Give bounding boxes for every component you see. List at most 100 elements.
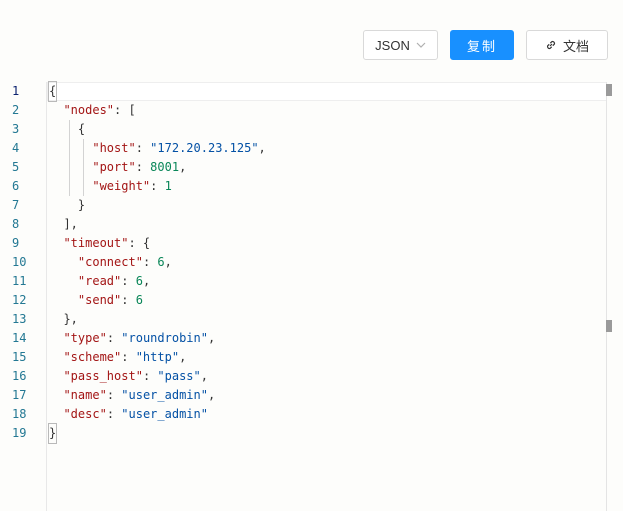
json-punctuation: , xyxy=(207,331,216,345)
json-string: "roundrobin" xyxy=(121,331,208,345)
code-line: ], xyxy=(47,215,607,234)
line-number-gutter: 1 2 3 4 5 6 7 8 9 10 11 12 13 14 15 16 17 18 19 xyxy=(0,82,46,511)
json-punctuation: : xyxy=(106,331,122,345)
json-key: "timeout" xyxy=(63,236,129,250)
json-string: "172.20.23.125" xyxy=(150,141,259,155)
line-number: 17 xyxy=(12,388,27,402)
json-punctuation: : xyxy=(121,350,136,364)
json-number: 8001 xyxy=(150,160,180,174)
json-punctuation xyxy=(49,369,63,383)
json-punctuation: , xyxy=(200,369,208,383)
line-number: 12 xyxy=(12,293,27,307)
json-punctuation xyxy=(49,179,92,193)
line-number: 11 xyxy=(12,274,27,288)
json-punctuation xyxy=(49,388,63,402)
json-punctuation xyxy=(49,331,63,345)
code-line: "pass_host": "pass", xyxy=(47,367,607,386)
editor-toolbar: JSON 复制 文档 xyxy=(0,30,623,62)
json-key: "send" xyxy=(77,293,122,307)
json-key: "connect" xyxy=(77,255,143,269)
json-punctuation xyxy=(49,103,63,117)
line-number: 15 xyxy=(12,350,27,364)
line-number: 16 xyxy=(12,369,27,383)
code-line: { xyxy=(47,120,607,139)
json-punctuation xyxy=(49,255,78,269)
json-punctuation: : xyxy=(106,407,122,421)
language-select-label: JSON xyxy=(375,37,410,53)
code-line: "read": 6, xyxy=(47,272,607,291)
json-punctuation: : xyxy=(121,274,136,288)
line-number: 5 xyxy=(12,160,20,174)
code-area[interactable]: { "nodes": [ { "host": "172.20.23.125", … xyxy=(46,81,607,511)
link-icon xyxy=(545,39,557,51)
copy-button[interactable]: 复制 xyxy=(450,30,514,60)
code-line: "host": "172.20.23.125", xyxy=(47,139,607,158)
json-punctuation: : xyxy=(106,388,122,402)
code-line: "desc": "user_admin" xyxy=(47,405,607,424)
json-punctuation: , xyxy=(142,274,151,288)
json-punctuation: , xyxy=(179,350,187,364)
json-punctuation: ], xyxy=(49,217,78,231)
json-punctuation: : xyxy=(142,255,158,269)
line-number: 3 xyxy=(12,122,20,136)
code-line: "type": "roundrobin", xyxy=(47,329,607,348)
json-punctuation xyxy=(49,407,63,421)
json-key: "pass_host" xyxy=(63,369,143,383)
line-number: 8 xyxy=(12,217,20,231)
json-punctuation xyxy=(49,160,92,174)
json-punctuation: } xyxy=(47,423,58,444)
line-number: 14 xyxy=(12,331,27,345)
json-punctuation: , xyxy=(258,141,266,155)
json-punctuation: : { xyxy=(128,236,151,250)
json-punctuation: : xyxy=(150,179,165,193)
json-punctuation: : xyxy=(135,160,151,174)
json-punctuation: }, xyxy=(49,312,78,326)
code-line: "timeout": { xyxy=(47,234,607,253)
scrollbar-marker xyxy=(606,320,612,332)
line-number: 4 xyxy=(12,141,20,155)
line-number: 9 xyxy=(12,236,20,250)
json-punctuation: } xyxy=(49,198,86,212)
json-string: "pass" xyxy=(157,369,201,383)
json-key: "scheme" xyxy=(63,350,122,364)
json-number: 6 xyxy=(135,293,143,307)
json-string: "user_admin" xyxy=(121,388,208,402)
json-punctuation xyxy=(49,236,63,250)
code-line: { xyxy=(47,81,607,102)
line-number: 2 xyxy=(12,103,20,117)
code-line: "name": "user_admin", xyxy=(47,386,607,405)
code-line: }, xyxy=(47,310,607,329)
json-punctuation: { xyxy=(49,122,86,136)
json-punctuation xyxy=(49,141,92,155)
json-key: "host" xyxy=(92,141,136,155)
docs-button[interactable]: 文档 xyxy=(526,30,608,60)
json-number: 6 xyxy=(135,274,143,288)
json-punctuation: , xyxy=(164,255,172,269)
line-number: 18 xyxy=(12,407,27,421)
json-code-editor[interactable]: 1 2 3 4 5 6 7 8 9 10 11 12 13 14 15 16 17 18 19 { "nodes":… xyxy=(0,81,623,511)
json-punctuation: , xyxy=(207,388,216,402)
json-key: "read" xyxy=(77,274,122,288)
chevron-down-icon xyxy=(416,40,426,51)
json-number: 6 xyxy=(157,255,165,269)
json-punctuation xyxy=(49,350,63,364)
json-key: "desc" xyxy=(63,407,107,421)
json-punctuation: { xyxy=(47,81,58,102)
copy-button-label: 复制 xyxy=(466,38,497,54)
json-key: "weight" xyxy=(92,179,151,193)
line-number: 1 xyxy=(12,84,20,98)
json-key: "type" xyxy=(63,331,107,345)
scrollbar-marker xyxy=(606,84,612,96)
json-punctuation: , xyxy=(179,160,187,174)
json-punctuation: : xyxy=(135,141,151,155)
json-punctuation xyxy=(49,293,78,307)
json-key: "nodes" xyxy=(63,103,115,117)
json-string: "http" xyxy=(135,350,180,364)
json-punctuation: : [ xyxy=(114,103,136,117)
json-key: "name" xyxy=(63,388,107,402)
code-line: "scheme": "http", xyxy=(47,348,607,367)
code-line: } xyxy=(47,196,607,215)
vertical-scrollbar[interactable] xyxy=(606,82,607,511)
language-select[interactable]: JSON xyxy=(363,30,438,60)
line-number: 19 xyxy=(12,426,27,440)
